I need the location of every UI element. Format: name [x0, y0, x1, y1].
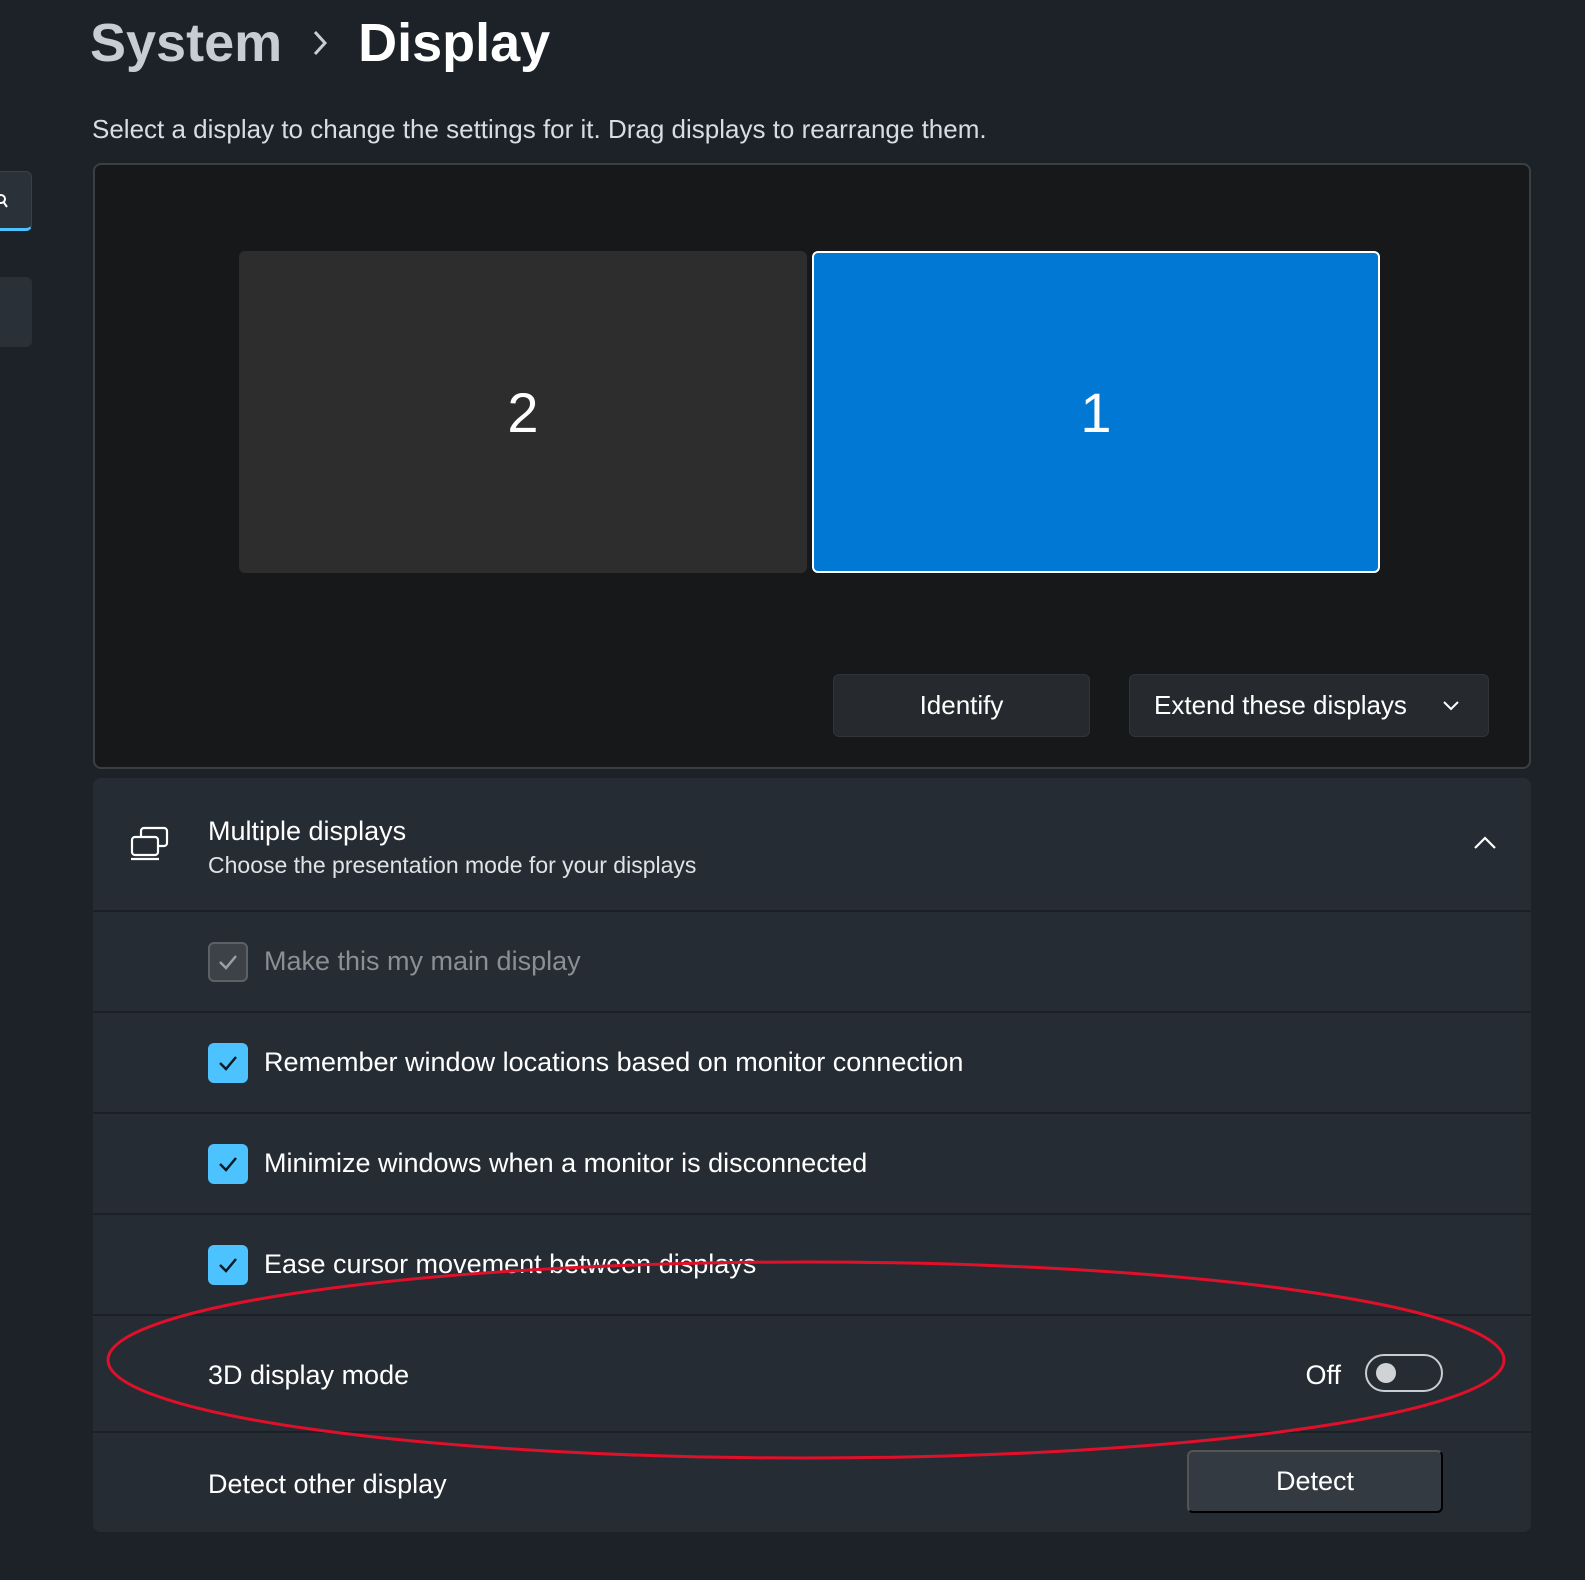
chevron-down-icon	[1443, 700, 1459, 710]
checkmark-icon	[219, 1258, 237, 1273]
settings-page: System Display Select a display to chang…	[0, 0, 1585, 1580]
breadcrumb: System Display	[90, 8, 550, 78]
display-mode-dropdown[interactable]: Extend these displays	[1129, 674, 1489, 737]
section-subtitle: Choose the presentation mode for your di…	[208, 852, 697, 878]
multiple-monitors-icon	[130, 826, 169, 861]
detect-button[interactable]: Detect	[1187, 1450, 1443, 1513]
display-tile-2[interactable]: 2	[239, 251, 807, 573]
3d-toggle-state-label: Off	[1305, 1360, 1341, 1390]
display-tile-1[interactable]: 1	[812, 251, 1380, 573]
breadcrumb-parent[interactable]: System	[90, 12, 282, 74]
main-display-label: Make this my main display	[264, 946, 581, 976]
section-title: Multiple displays	[208, 816, 407, 846]
sidebar-item-selected[interactable]	[0, 277, 32, 347]
remember-locations-checkbox[interactable]	[208, 1043, 248, 1083]
page-description: Select a display to change the settings …	[92, 114, 987, 144]
identify-button[interactable]: Identify	[833, 674, 1090, 737]
page-title: Display	[358, 13, 551, 73]
multiple-displays-header[interactable]: Multiple displays Choose the presentatio…	[93, 778, 1531, 910]
checkmark-icon	[219, 955, 237, 970]
option-row-minimize-windows: Minimize windows when a monitor is disco…	[93, 1112, 1531, 1213]
main-display-checkbox[interactable]	[208, 942, 248, 982]
minimize-windows-label: Minimize windows when a monitor is disco…	[264, 1148, 868, 1178]
option-row-detect-display: Detect other display Detect	[93, 1431, 1531, 1532]
detect-other-display-label: Detect other display	[208, 1469, 447, 1499]
remember-locations-label: Remember window locations based on monit…	[264, 1047, 964, 1077]
ease-cursor-label: Ease cursor movement between displays	[264, 1249, 757, 1279]
option-row-main-display: Make this my main display	[93, 910, 1531, 1011]
checkmark-icon	[219, 1157, 237, 1172]
option-row-remember-locations: Remember window locations based on monit…	[93, 1011, 1531, 1112]
ease-cursor-checkbox[interactable]	[208, 1245, 248, 1285]
minimize-windows-checkbox[interactable]	[208, 1144, 248, 1184]
option-row-ease-cursor: Ease cursor movement between displays	[93, 1213, 1531, 1314]
display-mode-value: Extend these displays	[1154, 690, 1407, 720]
3d-display-mode-toggle[interactable]	[1365, 1354, 1443, 1392]
chevron-up-icon[interactable]	[1473, 834, 1497, 850]
option-row-3d-display-mode: 3D display mode Off	[93, 1314, 1531, 1431]
multiple-displays-section: Multiple displays Choose the presentatio…	[93, 778, 1531, 1532]
3d-display-mode-label: 3D display mode	[208, 1360, 410, 1390]
toggle-knob	[1376, 1363, 1396, 1383]
chevron-right-icon	[312, 29, 328, 57]
search-icon	[0, 194, 8, 208]
display-arrangement-panel: 2 1 Identify Extend these displays	[93, 163, 1531, 769]
checkmark-icon	[219, 1056, 237, 1071]
sidebar-search-box[interactable]	[0, 171, 32, 231]
